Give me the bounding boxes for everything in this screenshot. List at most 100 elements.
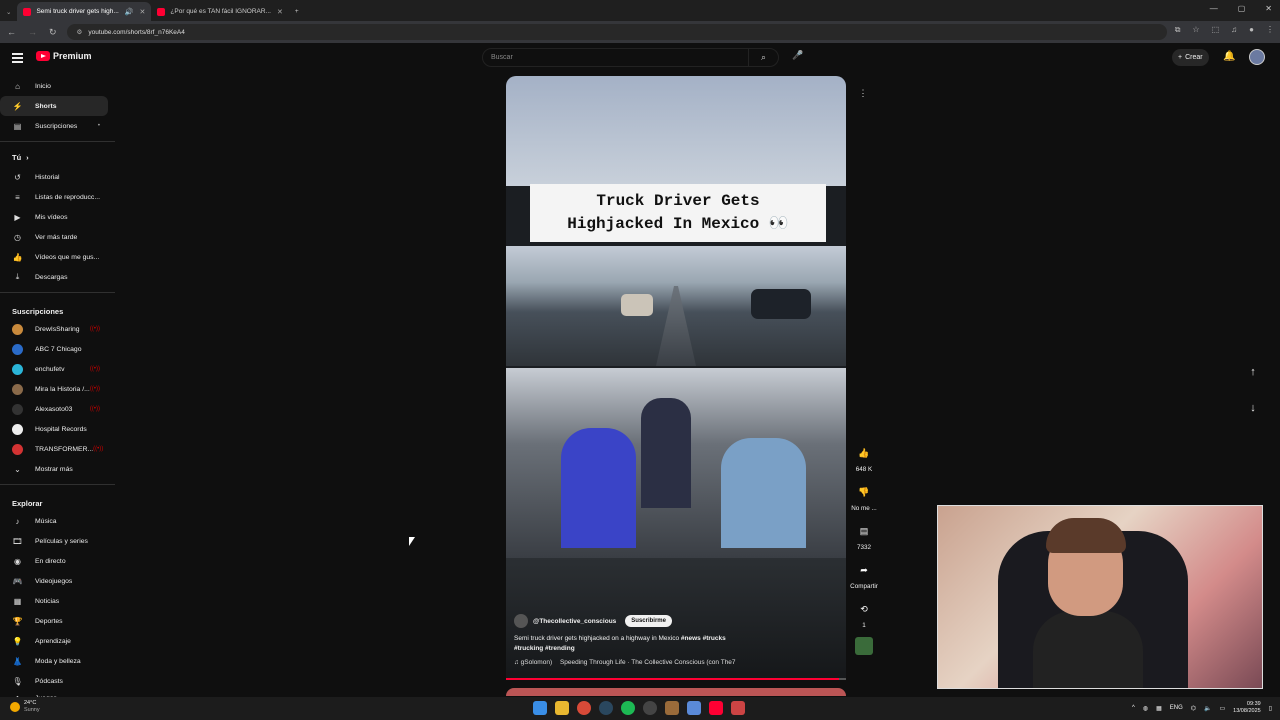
browser-menu-icon[interactable]: ⋮ [1266, 25, 1274, 35]
sidebar-sub-item[interactable]: Alexasoto03 ((•)) [0, 399, 108, 419]
music-row[interactable]: ♫ gSolomon) Speeding Through Life · The … [514, 659, 834, 666]
windows-start-icon[interactable] [533, 701, 547, 715]
sidebar-item-label: Suscripciones [35, 122, 78, 130]
search-input[interactable]: Buscar [483, 49, 748, 66]
network-icon[interactable]: ⌬ [1191, 705, 1196, 712]
notifications-bell-icon[interactable]: 🔔 [1223, 51, 1235, 62]
battery-icon[interactable]: ▭ [1219, 705, 1225, 712]
sidebar-item-musica[interactable]: ♪ Música [0, 511, 108, 531]
app-icon[interactable] [665, 701, 679, 715]
share-button[interactable]: ➦ Compartir [846, 559, 882, 590]
sidebar-item-label: Descargas [35, 273, 68, 281]
reload-icon[interactable]: ↻ [49, 27, 57, 38]
short-video-player[interactable]: Truck Driver Gets Highjacked In Mexico 👀… [506, 76, 846, 680]
show-more-button[interactable]: ⌄ Mostrar más [0, 459, 108, 479]
sound-thumbnail[interactable] [855, 637, 873, 655]
remix-button[interactable]: ⟲ 1 [846, 598, 882, 629]
account-avatar[interactable] [1249, 49, 1265, 65]
sidebar-item-peliculas[interactable]: 🎞 Películas y series [0, 531, 108, 551]
next-short-down-arrow-icon[interactable]: ↓ [1241, 396, 1265, 420]
youtube-premium-logo[interactable]: Premium [36, 51, 92, 61]
sidebar-item-en-directo[interactable]: ◉ En directo [0, 551, 108, 571]
sidebar-sub-item[interactable]: Hospital Records [0, 419, 108, 439]
back-icon[interactable]: ← [7, 27, 16, 38]
tray-app-icon[interactable]: ◍ [1143, 705, 1148, 712]
comments-button[interactable]: ▤ 7332 [846, 520, 882, 551]
site-info-icon[interactable]: ⚙ [77, 28, 83, 36]
open-in-app-icon[interactable]: ⧉ [1175, 25, 1181, 35]
browser-tab-active[interactable]: Semi truck driver gets high... 🔊 ✕ [17, 2, 152, 21]
clock[interactable]: 09:39 13/08/2025 [1233, 701, 1261, 715]
sidebar-item-podcasts[interactable]: 🎙 Pódcasts [0, 671, 108, 691]
new-tab-button[interactable]: + [289, 2, 305, 21]
sidebar-sub-item[interactable]: enchufetv ((•)) [0, 359, 108, 379]
obs-icon[interactable] [643, 701, 657, 715]
sidebar-sub-item[interactable]: DrewIsSharing ((•)) [0, 319, 108, 339]
sidebar-item-videojuegos[interactable]: 🎮 Videojuegos [0, 571, 108, 591]
channel-name[interactable]: @Thecollective_conscious [533, 618, 616, 625]
youtube-app-icon[interactable] [709, 701, 723, 715]
weather-widget[interactable]: 24°C Sunny [10, 700, 40, 714]
sidebar-item-suscripciones[interactable]: ▤ Suscripciones • [0, 116, 108, 136]
steam-icon[interactable] [599, 701, 613, 715]
media-icon[interactable]: ♫ [1231, 25, 1237, 35]
forward-icon[interactable]: → [28, 27, 37, 38]
bookmark-star-icon[interactable]: ☆ [1192, 25, 1199, 35]
tab-close-icon[interactable]: ✕ [277, 8, 283, 16]
hashtags-2[interactable]: #trucking #trending [514, 645, 575, 652]
sidebar-item-shorts[interactable]: ⚡ Shorts [0, 96, 108, 116]
sidebar-item-label: Ver más tarde [35, 233, 78, 241]
sidebar-item-liked[interactable]: 👍 Vídeos que me gus... [0, 247, 108, 267]
url-field[interactable]: ⚙ youtube.com/shorts/8rf_n76KeA4 [66, 24, 1167, 40]
sidebar-item-ver-mas-tarde[interactable]: ◷ Ver más tarde [0, 227, 108, 247]
tray-app-icon[interactable]: ▦ [1156, 705, 1162, 712]
browser-tab[interactable]: ¿Por qué es TAN fácil IGNORAR... ✕ [151, 2, 288, 21]
short-description[interactable]: Semi truck driver gets highjacked on a h… [514, 634, 834, 654]
sidebar-item-listas[interactable]: ≡ Listas de reproducc... [0, 187, 108, 207]
tab-close-icon[interactable]: ✕ [140, 8, 146, 16]
hashtags-1[interactable]: #news #trucks [681, 635, 726, 642]
sidebar-item-descargas[interactable]: ⤓ Descargas [0, 267, 108, 287]
like-button[interactable]: 👍 648 K [846, 442, 882, 473]
store-icon[interactable] [687, 701, 701, 715]
language-indicator[interactable]: ENG [1170, 705, 1183, 711]
tab-audio-icon[interactable]: 🔊 [125, 8, 134, 16]
extensions-icon[interactable]: ⬚ [1212, 25, 1220, 35]
dislike-button[interactable]: 👎 No me ... [846, 481, 882, 512]
sidebar-item-mis-videos[interactable]: ▶ Mis vídeos [0, 207, 108, 227]
maximize-icon[interactable]: ▢ [1238, 4, 1246, 13]
subscribe-button[interactable]: Suscribirme [625, 615, 672, 627]
tray-chevron-icon[interactable]: ^ [1132, 705, 1135, 711]
sidebar-item-historial[interactable]: ↺ Historial [0, 167, 108, 187]
youtube-favicon-icon [23, 7, 32, 16]
search-button[interactable]: ⌕ [748, 49, 778, 66]
next-short-preview[interactable] [506, 688, 846, 696]
sidebar-section-tu[interactable]: Tú › [0, 147, 108, 167]
channel-avatar[interactable] [514, 614, 528, 628]
like-icon: 👍 [12, 252, 23, 262]
menu-hamburger-icon[interactable] [12, 53, 23, 65]
previous-short-up-arrow-icon[interactable]: ↑ [1241, 360, 1265, 384]
sidebar-item-deportes[interactable]: 🏆 Deportes [0, 611, 108, 631]
file-explorer-icon[interactable] [555, 701, 569, 715]
sidebar-item-aprendizaje[interactable]: 💡 Aprendizaje [0, 631, 108, 651]
sidebar-item-moda[interactable]: 👗 Moda y belleza [0, 651, 108, 671]
video-progress-bar[interactable] [506, 678, 846, 680]
sidebar-item-inicio[interactable]: ⌂ Inicio [0, 76, 108, 96]
spotify-icon[interactable] [621, 701, 635, 715]
voice-search-icon[interactable]: 🎤 [792, 50, 806, 64]
calendar-app-icon[interactable] [731, 701, 745, 715]
minimize-icon[interactable]: — [1210, 4, 1218, 13]
profile-icon[interactable]: ● [1249, 25, 1254, 35]
sidebar-item-noticias[interactable]: ▦ Noticias [0, 591, 108, 611]
sidebar-sub-item[interactable]: Mira la Historia /... ((•)) [0, 379, 108, 399]
sidebar-sub-item[interactable]: ABC 7 Chicago [0, 339, 108, 359]
more-options-icon[interactable]: ⋮ [853, 88, 873, 104]
chrome-icon[interactable] [577, 701, 591, 715]
volume-icon[interactable]: 🔈 [1204, 705, 1211, 712]
sidebar-sub-item[interactable]: TRANSFORMER... ((•)) [0, 439, 108, 459]
close-window-icon[interactable]: ✕ [1265, 4, 1272, 13]
create-button[interactable]: + Crear [1172, 49, 1209, 66]
notifications-icon[interactable]: ▯ [1269, 705, 1272, 712]
tab-list-button[interactable]: ⌄ [0, 2, 17, 21]
